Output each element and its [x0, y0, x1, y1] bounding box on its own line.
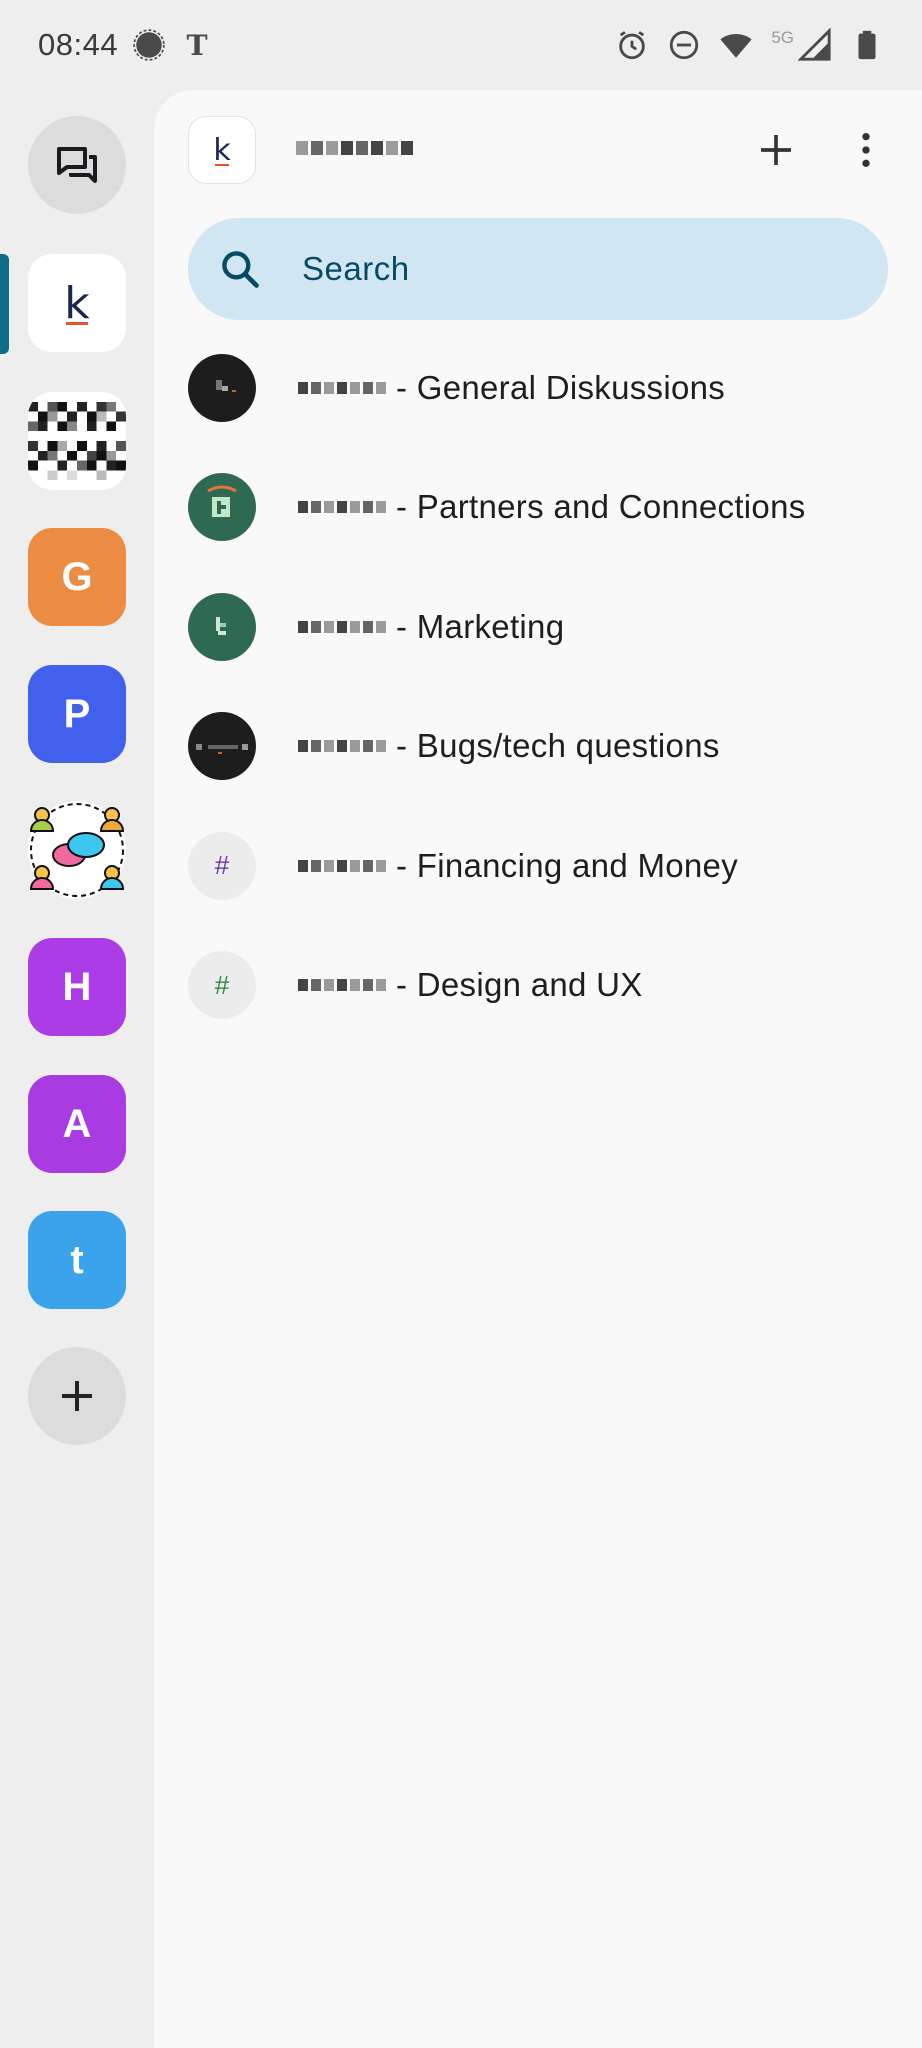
room-label: - Bugs/tech questions — [298, 727, 720, 765]
cell-signal-icon — [798, 28, 832, 62]
room-name: - Design and UX — [396, 966, 643, 1004]
room-name: - Financing and Money — [396, 846, 738, 884]
room-logo-icon — [216, 616, 226, 635]
room-avatar — [188, 592, 256, 661]
space-avatar-logo: k — [213, 132, 231, 168]
room-list: - General Diskussions - Partners and Con… — [154, 328, 922, 1045]
alarm-icon — [615, 28, 649, 62]
space-community-button[interactable] — [28, 801, 126, 899]
space-name-redacted — [296, 130, 416, 166]
room-logo-icon — [207, 485, 237, 518]
room-item-marketing[interactable]: - Marketing — [154, 567, 922, 687]
status-time: 08:44 — [38, 27, 119, 62]
wifi-icon — [719, 28, 753, 62]
svg-text:T: T — [187, 28, 208, 62]
space-p-label: P — [63, 691, 91, 736]
search-placeholder: Search — [302, 250, 410, 287]
pixelated-avatar — [28, 401, 126, 481]
space-g-button[interactable]: G — [28, 528, 126, 626]
space-avatar[interactable]: k — [188, 116, 256, 184]
room-logo-icon — [216, 379, 236, 392]
space-a-button[interactable]: A — [28, 1075, 126, 1173]
room-name: - Partners and Connections — [396, 488, 806, 526]
redacted-prefix — [298, 740, 386, 753]
room-avatar — [188, 473, 256, 542]
k-space-logo: k — [64, 277, 90, 329]
room-avatar — [188, 712, 256, 781]
room-label: - Marketing — [298, 608, 564, 646]
room-list-panel: k Search - General Diskussions - Partner… — [154, 90, 922, 2048]
room-label: - General Diskussions — [298, 369, 725, 407]
add-space-button[interactable] — [28, 1347, 126, 1445]
spaces-rail: k G P H A t — [0, 90, 154, 2048]
space-pixel-button[interactable] — [28, 392, 126, 490]
community-icon — [29, 803, 125, 897]
search-bar[interactable]: Search — [188, 218, 888, 320]
space-h-label: H — [62, 964, 92, 1009]
chats-button[interactable] — [28, 116, 126, 214]
signal-app-icon — [132, 28, 166, 62]
room-label: - Financing and Money — [298, 847, 738, 885]
space-g-label: G — [61, 554, 93, 599]
room-item-partners[interactable]: - Partners and Connections — [154, 448, 922, 568]
room-item-bugs[interactable]: - Bugs/tech questions — [154, 687, 922, 807]
room-item-design[interactable]: # - Design and UX — [154, 926, 922, 1046]
redacted-prefix — [298, 859, 386, 872]
room-name: - Marketing — [396, 607, 565, 645]
space-a-label: A — [62, 1101, 92, 1146]
nyt-icon: T — [180, 28, 214, 62]
space-h-button[interactable]: H — [28, 938, 126, 1036]
new-room-button[interactable] — [744, 118, 808, 182]
room-avatar — [188, 353, 256, 422]
redacted-prefix — [298, 979, 386, 992]
redacted-prefix — [298, 501, 386, 514]
dnd-icon — [667, 28, 701, 62]
chat-bubbles-icon — [53, 141, 101, 189]
space-t-label: t — [70, 1237, 84, 1282]
redacted-prefix — [298, 381, 386, 394]
room-name: - Bugs/tech questions — [396, 727, 720, 765]
search-icon — [218, 247, 262, 291]
space-t-button[interactable]: t — [28, 1211, 126, 1309]
room-label: - Design and UX — [298, 966, 643, 1004]
room-name: - General Diskussions — [396, 368, 726, 406]
more-vert-icon — [846, 130, 886, 170]
space-p-button[interactable]: P — [28, 665, 126, 763]
hash-icon: # — [188, 831, 256, 900]
room-item-general[interactable]: - General Diskussions — [154, 328, 922, 448]
room-label: - Partners and Connections — [298, 488, 806, 526]
room-logo-icon — [196, 744, 248, 755]
space-k-button[interactable]: k — [28, 254, 126, 352]
redacted-prefix — [298, 620, 386, 633]
status-left: 08:44 T — [38, 27, 214, 63]
status-bar: 08:44 T 5G — [0, 0, 922, 90]
plus-icon — [57, 1376, 97, 1416]
battery-icon — [850, 28, 884, 62]
network-type-label: 5G — [771, 28, 794, 47]
plus-icon — [756, 130, 796, 170]
room-item-financing[interactable]: # - Financing and Money — [154, 806, 922, 926]
hash-icon: # — [188, 951, 256, 1020]
top-app-bar: k — [154, 90, 922, 210]
status-right: 5G — [615, 28, 884, 62]
more-options-button[interactable] — [834, 118, 898, 182]
selected-space-indicator — [0, 254, 9, 354]
